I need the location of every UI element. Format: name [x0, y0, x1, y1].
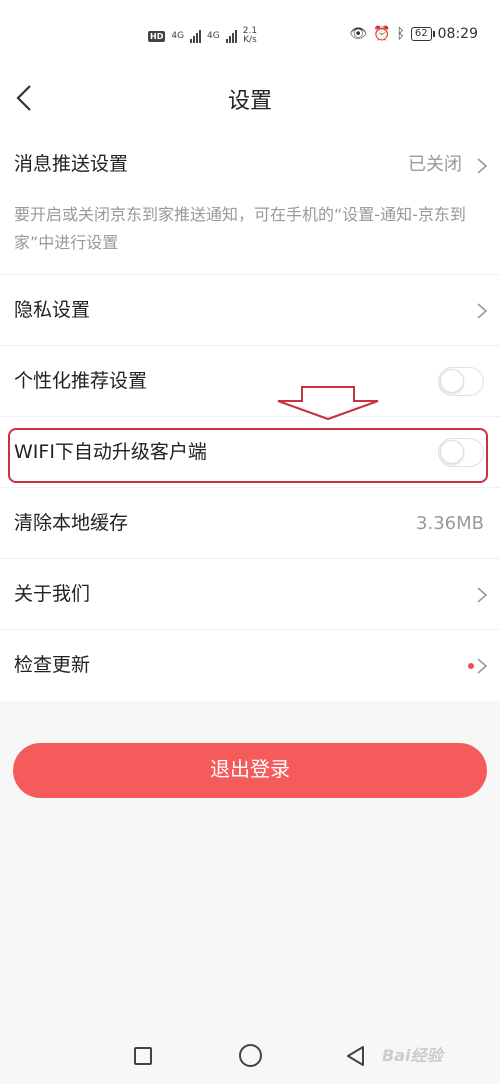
personalized-recommend-label: 个性化推荐设置	[14, 370, 148, 392]
hd-badge: HD	[148, 30, 166, 42]
eye-icon: 👁	[349, 26, 368, 42]
about-us-label: 关于我们	[14, 583, 91, 605]
push-settings-description: 要开启或关闭京东到家推送通知，可在手机的“设置-通知-京东到家”中进行设置	[14, 205, 466, 252]
settings-list: 消息推送设置 已关闭 要开启或关闭京东到家推送通知，可在手机的“设置-通知-京东…	[0, 125, 500, 701]
status-bar: HD 4G 4G 2.1 K/s 👁 ⏰ ᛒ 62 08:29	[0, 0, 500, 70]
chevron-right-icon	[477, 587, 488, 603]
push-settings-value: 已关闭	[408, 154, 462, 175]
clear-cache-label: 清除本地缓存	[14, 512, 129, 534]
chevron-right-icon	[477, 158, 488, 174]
signal-icon	[190, 29, 202, 43]
push-settings-label: 消息推送设置	[14, 153, 129, 175]
network-speed: 2.1 K/s	[243, 27, 257, 45]
network-speed-unit: K/s	[243, 35, 257, 45]
personalized-recommend-toggle[interactable]	[438, 367, 484, 396]
push-settings-row[interactable]: 消息推送设置 已关闭 要开启或关闭京东到家推送通知，可在手机的“设置-通知-京东…	[0, 125, 500, 275]
alarm-icon: ⏰	[373, 26, 391, 42]
system-nav-bar: Bai经验	[0, 1028, 500, 1084]
privacy-settings-label: 隐私设置	[14, 299, 91, 321]
clear-cache-row[interactable]: 清除本地缓存 3.36MB	[0, 488, 500, 559]
cache-size-value: 3.36MB	[416, 513, 484, 534]
signal-icon	[225, 29, 237, 43]
annotation-arrow-down	[277, 386, 379, 421]
clock: 08:29	[437, 26, 478, 42]
privacy-settings-row[interactable]: 隐私设置	[0, 275, 500, 346]
watermark: Bai经验	[382, 1046, 443, 1065]
status-left: HD 4G 4G 2.1 K/s	[148, 27, 257, 45]
personalized-recommend-row: 个性化推荐设置	[0, 346, 500, 417]
chevron-right-icon	[477, 658, 488, 674]
system-back-icon[interactable]	[344, 1044, 368, 1068]
recent-apps-icon[interactable]	[134, 1047, 152, 1065]
status-right: 👁 ⏰ ᛒ 62 08:29	[349, 26, 478, 42]
annotation-highlight-box	[8, 428, 488, 483]
about-us-row[interactable]: 关于我们	[0, 559, 500, 630]
toggle-knob	[440, 369, 464, 393]
update-dot-badge	[468, 663, 474, 669]
battery-icon: 62	[410, 27, 435, 41]
network-type-2: 4G	[207, 30, 220, 41]
check-update-row[interactable]: 检查更新	[0, 630, 500, 701]
bluetooth-icon: ᛒ	[396, 26, 405, 42]
page-title: 设置	[227, 89, 272, 114]
check-update-label: 检查更新	[14, 654, 91, 676]
nav-bar: 设置	[0, 70, 500, 125]
chevron-right-icon	[477, 303, 488, 319]
home-icon[interactable]	[239, 1044, 262, 1067]
logout-button[interactable]: 退出登录	[13, 743, 487, 798]
network-type-1: 4G	[171, 30, 185, 41]
